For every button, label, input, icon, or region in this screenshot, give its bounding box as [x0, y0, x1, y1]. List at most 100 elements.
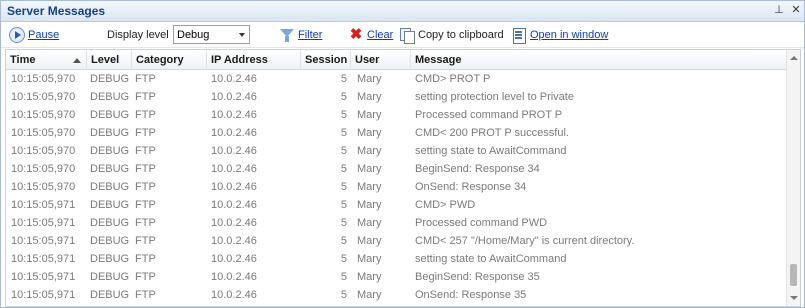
open-window-label: Open in window: [530, 29, 609, 41]
close-icon[interactable]: ✕: [789, 3, 803, 18]
cell-session: 5: [340, 289, 347, 301]
cell-message: CMD< 200 PROT P successful.: [415, 127, 569, 139]
column-header-session[interactable]: Session: [301, 50, 351, 70]
column-header-message[interactable]: Message: [411, 50, 786, 70]
scroll-down-icon[interactable]: [790, 296, 798, 300]
cell-level: DEBUG: [90, 127, 130, 139]
cell-ip-address: 10.0.2.46: [211, 91, 257, 103]
copy-icon: [399, 27, 415, 44]
cell-category: FTP: [135, 271, 156, 283]
panel-title: Server Messages: [7, 4, 106, 18]
cell-message: setting state to AwaitCommand: [415, 145, 567, 157]
table-row[interactable]: 10:15:05,971 DEBUG FTP 10.0.2.46 5 Mary CMD< 2…: [6, 232, 786, 250]
table-row[interactable]: 10:15:05,970 DEBUG FTP 10.0.2.46 5 Mary OnSend…: [6, 178, 786, 196]
display-level-value: Debug: [177, 29, 210, 41]
cell-category: FTP: [135, 91, 156, 103]
table-row[interactable]: 10:15:05,970 DEBUG FTP 10.0.2.46 5 Mary Proces…: [6, 106, 786, 124]
table-row[interactable]: 10:15:05,971 DEBUG FTP 10.0.2.46 5 Mary settin…: [6, 250, 786, 268]
cell-time: 10:15:05,971: [11, 199, 76, 211]
column-header-level[interactable]: Level: [87, 50, 132, 70]
cell-time: 10:15:05,971: [11, 235, 76, 247]
cell-message: BeginSend: Response 35: [415, 271, 540, 283]
table-row[interactable]: 10:15:05,971 DEBUG FTP 10.0.2.46 5 Mary OnSend…: [6, 286, 786, 304]
cell-user: Mary: [357, 127, 382, 139]
clear-button[interactable]: ✖ Clear: [348, 26, 394, 44]
cell-user: Mary: [357, 253, 382, 265]
table-row[interactable]: 10:15:05,970 DEBUG FTP 10.0.2.46 5 Mary BeginS…: [6, 160, 786, 178]
cell-session: 5: [340, 109, 347, 121]
cell-category: FTP: [135, 73, 156, 85]
table-row[interactable]: 10:15:05,971 DEBUG FTP 10.0.2.46 5 Mary BeginS…: [6, 268, 786, 286]
cell-level: DEBUG: [90, 91, 130, 103]
scroll-up-icon[interactable]: [790, 56, 798, 60]
cell-ip-address: 10.0.2.46: [211, 217, 257, 229]
display-level-select[interactable]: Debug: [173, 25, 250, 44]
filter-icon: [279, 27, 295, 43]
vertical-scrollbar[interactable]: [786, 50, 800, 306]
scrollbar-thumb[interactable]: [790, 264, 797, 286]
table-row[interactable]: 10:15:05,971 DEBUG FTP 10.0.2.46 5 Mary CMD> P…: [6, 196, 786, 214]
cell-message: setting protection level to Private: [415, 91, 574, 103]
cell-message: Processed command PROT P: [415, 109, 563, 121]
cell-category: FTP: [135, 145, 156, 157]
table-row[interactable]: 10:15:05,971 DEBUG FTP 10.0.2.46 5 Mary Proces…: [6, 214, 786, 232]
cell-session: 5: [340, 91, 347, 103]
cell-session: 5: [340, 199, 347, 211]
copy-to-clipboard-button[interactable]: Copy to clipboard: [399, 26, 504, 44]
cell-time: 10:15:05,970: [11, 127, 76, 139]
cell-level: DEBUG: [90, 289, 130, 301]
cell-message: CMD> PWD: [415, 199, 476, 211]
window-icon: [511, 27, 527, 44]
cell-category: FTP: [135, 127, 156, 139]
cell-level: DEBUG: [90, 199, 130, 211]
messages-grid: Time Level Category IP Address Session U…: [5, 49, 801, 307]
column-header-category[interactable]: Category: [132, 50, 207, 70]
column-header-user[interactable]: User: [351, 50, 411, 70]
toolbar: Pause Display level Debug Filter ✖ Clear…: [1, 22, 804, 48]
cell-user: Mary: [357, 91, 382, 103]
cell-session: 5: [340, 145, 347, 157]
column-header-time[interactable]: Time: [6, 50, 87, 70]
table-row[interactable]: 10:15:05,970 DEBUG FTP 10.0.2.46 5 Mary CMD> P…: [6, 70, 786, 88]
cell-user: Mary: [357, 73, 382, 85]
clear-label: Clear: [367, 29, 394, 41]
cell-level: DEBUG: [90, 271, 130, 283]
cell-level: DEBUG: [90, 163, 130, 175]
cell-time: 10:15:05,970: [11, 181, 76, 193]
cell-session: 5: [340, 253, 347, 265]
table-row[interactable]: 10:15:05,970 DEBUG FTP 10.0.2.46 5 Mary settin…: [6, 88, 786, 106]
cell-session: 5: [340, 181, 347, 193]
clear-icon: ✖: [349, 26, 363, 43]
cell-message: CMD< 257 "/Home/Mary" is current directo…: [415, 235, 635, 247]
cell-session: 5: [340, 73, 347, 85]
cell-level: DEBUG: [90, 109, 130, 121]
open-in-window-button[interactable]: Open in window: [511, 26, 608, 44]
pause-label: Pause: [28, 29, 60, 41]
cell-user: Mary: [357, 163, 382, 175]
chevron-down-icon: [239, 33, 245, 37]
cell-ip-address: 10.0.2.46: [211, 199, 257, 211]
cell-session: 5: [340, 235, 347, 247]
cell-message: OnSend: Response 34: [415, 181, 527, 193]
cell-message: CMD> PROT P: [415, 73, 491, 85]
grid-header: Time Level Category IP Address Session U…: [6, 50, 786, 70]
cell-session: 5: [340, 217, 347, 229]
cell-category: FTP: [135, 181, 156, 193]
cell-level: DEBUG: [90, 73, 130, 85]
pin-icon[interactable]: ⊥: [772, 3, 786, 18]
filter-button[interactable]: Filter: [279, 26, 322, 44]
cell-time: 10:15:05,970: [11, 145, 76, 157]
table-row[interactable]: 10:15:05,970 DEBUG FTP 10.0.2.46 5 Mary settin…: [6, 142, 786, 160]
server-messages-panel: Server Messages ⊥ ✕ Pause Display level …: [0, 0, 805, 308]
filter-label: Filter: [298, 29, 323, 41]
cell-ip-address: 10.0.2.46: [211, 253, 257, 265]
table-row[interactable]: 10:15:05,970 DEBUG FTP 10.0.2.46 5 Mary CMD< 2…: [6, 124, 786, 142]
column-header-ip-address[interactable]: IP Address: [207, 50, 301, 70]
cell-time: 10:15:05,971: [11, 271, 76, 283]
cell-user: Mary: [357, 145, 382, 157]
cell-message: OnSend: Response 35: [415, 289, 527, 301]
sort-ascending-icon: [73, 58, 81, 63]
cell-user: Mary: [357, 217, 382, 229]
pause-button[interactable]: Pause: [9, 26, 59, 44]
cell-category: FTP: [135, 217, 156, 229]
